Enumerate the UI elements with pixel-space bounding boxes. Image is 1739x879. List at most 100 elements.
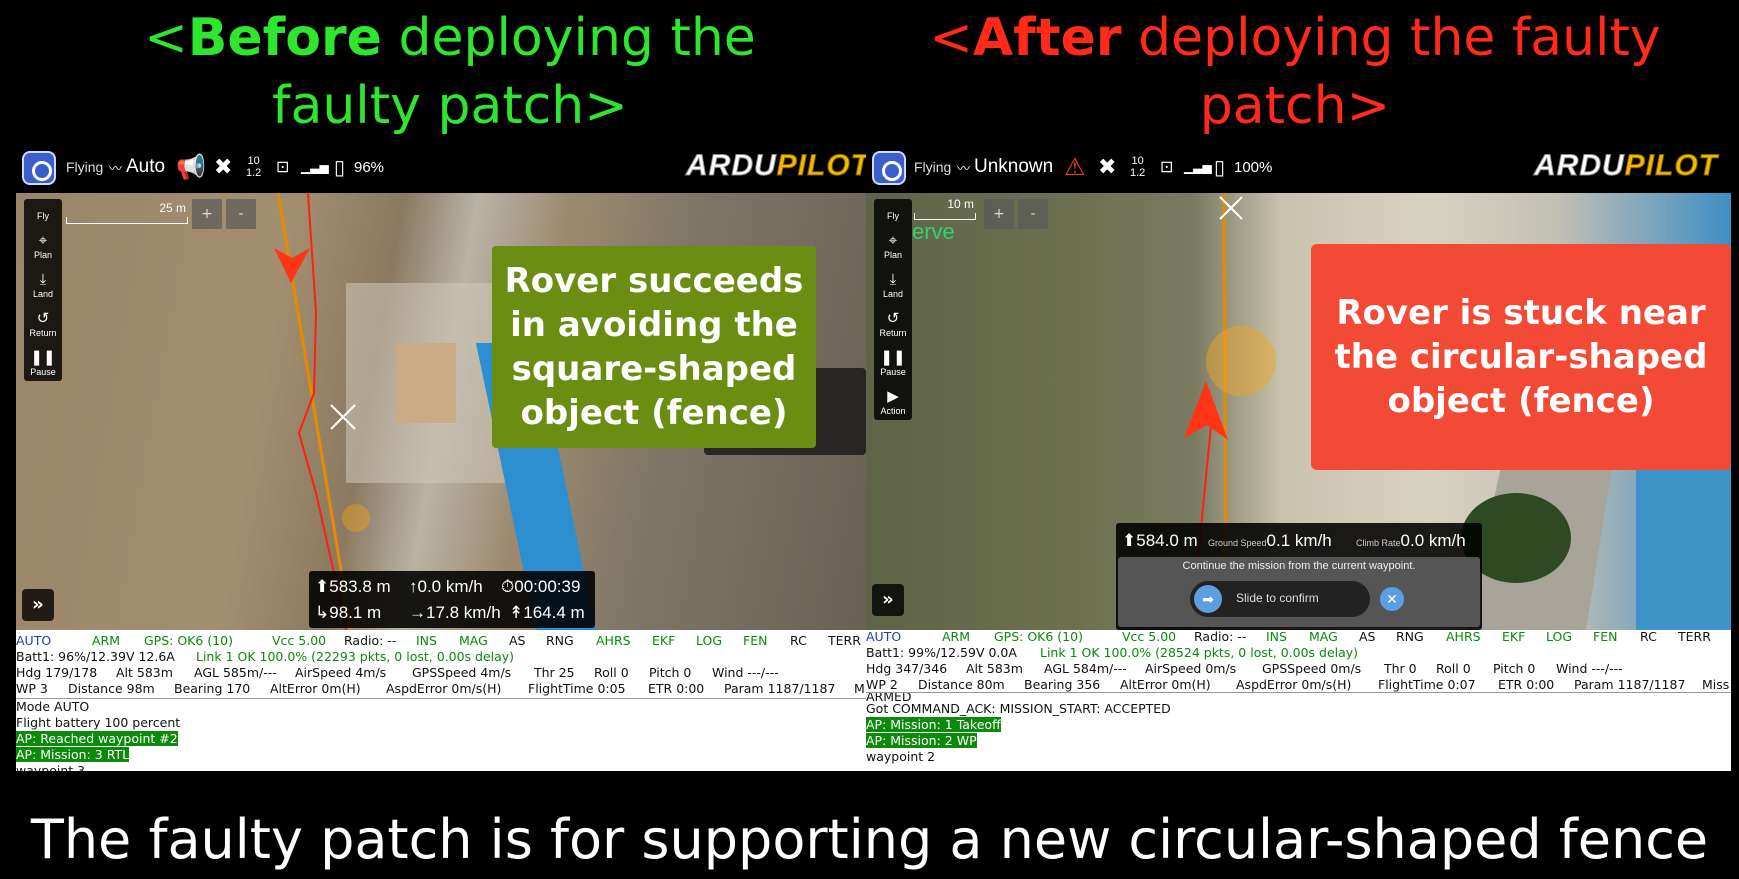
stat-agl: AGL 584m/---	[1044, 661, 1127, 676]
qgc-logo-icon[interactable]	[872, 151, 906, 185]
toolbar: Flying 〰 Auto 📢 ✖ 10 1.2 ⊡ ▁▃▅ ▯ 96% ARD…	[16, 141, 866, 193]
tool-plan[interactable]: ⌖ Plan	[874, 221, 912, 260]
zoom-in-button[interactable]: +	[984, 199, 1014, 229]
callout-before: Rover succeeds in avoiding the square-sh…	[492, 246, 816, 448]
gps-info: 10 1.2	[1130, 141, 1145, 193]
stat-airspeed: AirSpeed 0m/s	[1145, 661, 1237, 676]
stat-truncated: M	[854, 681, 865, 696]
zoom-in-button[interactable]: +	[192, 199, 222, 229]
message-log[interactable]: Mode AUTO Flight battery 100 percent AP:…	[16, 698, 866, 771]
map-scale-label: 25 m	[159, 201, 186, 215]
satellite-icon[interactable]: ✖	[214, 141, 232, 193]
battery-icon[interactable]: ▯	[334, 141, 345, 193]
tool-pause[interactable]: ❚❚ Pause	[874, 338, 912, 377]
tele-hspeed: →17.8 km/h	[409, 603, 501, 622]
battery-icon[interactable]: ▯	[1214, 141, 1225, 193]
headline-after-line2: patch>	[1199, 76, 1391, 136]
flight-mode[interactable]: Auto	[126, 141, 165, 193]
qgc-logo-icon[interactable]	[22, 151, 56, 185]
toolbar: Flying 〰 Unknown ⚠ ✖ 10 1.2 ⊡ ▁▃▅ ▯ 100%…	[866, 141, 1731, 193]
tool-return[interactable]: ↺ Return	[874, 299, 912, 338]
return-icon: ↺	[886, 310, 900, 327]
message-log[interactable]: ARMED Got COMMAND_ACK: MISSION_START: AC…	[866, 692, 1731, 765]
map-view[interactable]: Fly ⌖ Plan ⤓ Land ↺ Return ❚❚ Pause ▶ Action …	[866, 193, 1731, 630]
panel-before: Flying 〰 Auto 📢 ✖ 10 1.2 ⊡ ▁▃▅ ▯ 96% ARD…	[16, 141, 866, 771]
flag-auto: AUTO	[866, 629, 902, 644]
tool-land[interactable]: ⤓ Land	[874, 260, 912, 299]
tele-climbrate-value: 0.0 km/h	[1400, 531, 1466, 550]
megaphone-icon[interactable]: 📢	[176, 141, 206, 193]
play-icon: ▶	[887, 388, 899, 405]
stat-hdg: Hdg 179/178	[16, 665, 98, 680]
rover-arrow-icon	[274, 248, 310, 283]
ardupilot-logo: ARDUPILOT	[1534, 149, 1718, 183]
map-scale: 25 m	[66, 201, 188, 224]
flag-arm: ARM	[92, 633, 121, 648]
headline-before-line2: faulty patch>	[272, 76, 628, 136]
stat-wind: Wind ---/---	[712, 665, 779, 680]
map-view[interactable]: Fly ⌖ Plan ⤓ Land ↺ Return ❚❚ Pause 25 m + -…	[16, 193, 866, 630]
stat-param: Param 1187/1187	[1574, 677, 1686, 692]
headline-after-bold: After	[972, 8, 1122, 68]
status-row-battery: Batt1: 96%/12.39V 12.6A Link 1 OK 100.0%…	[16, 649, 866, 665]
tool-pause[interactable]: ❚❚ Pause	[24, 338, 62, 377]
headline-before-open: <	[144, 8, 188, 68]
telemetry-panel: ⬆583.8 m ↑0.0 km/h ⏱00:00:39 ↳98.1 m →17…	[309, 571, 595, 628]
warning-icon[interactable]: ⚠	[1064, 141, 1086, 193]
signal-bars-icon: ▁▃▅	[1184, 160, 1212, 174]
slider-arrow-icon[interactable]: ➡	[1194, 585, 1222, 613]
pause-icon: ❚❚	[30, 349, 56, 366]
flag-ahrs: AHRS	[596, 633, 631, 648]
signal-bars-icon: ▁▃▅	[301, 160, 329, 174]
gps-hdop: 1.2	[246, 167, 262, 179]
plan-icon: ⌖	[38, 232, 48, 249]
confirm-slider[interactable]: ➡ Slide to confirm	[1190, 581, 1370, 617]
tool-return[interactable]: ↺ Return	[24, 299, 62, 338]
status-panel: AUTO ARM GPS: OK6 (10) Vcc 5.00 Radio: -…	[866, 629, 1731, 771]
zoom-out-button[interactable]: -	[1018, 199, 1048, 229]
expand-button[interactable]: »	[22, 589, 54, 621]
log-line: ARMED	[866, 693, 912, 701]
tool-fly[interactable]: Fly	[874, 203, 912, 221]
stat-param: Param 1187/1187	[724, 681, 836, 696]
satellite-icon[interactable]: ✖	[1098, 141, 1116, 193]
tool-fly-label: Fly	[37, 211, 49, 221]
tele-altitude-value: 584.0 m	[1136, 531, 1198, 550]
tool-fly[interactable]: Fly	[24, 203, 62, 221]
flag-radio: Radio: --	[344, 633, 397, 648]
tool-land[interactable]: ⤓ Land	[24, 260, 62, 299]
stat-roll: Roll 0	[1436, 661, 1471, 676]
status-flags: AUTO ARM GPS: OK6 (10) Vcc 5.00 Radio: -…	[866, 629, 1731, 645]
flag-fen: FEN	[743, 633, 768, 648]
expand-button[interactable]: »	[872, 584, 904, 616]
tool-plan[interactable]: ⌖ Plan	[24, 221, 62, 260]
battery-level: 100%	[1234, 158, 1273, 176]
stat-agl: AGL 585m/---	[194, 665, 277, 680]
flag-ahrs: AHRS	[1446, 629, 1481, 644]
rc-transmitter-icon[interactable]: ⊡	[276, 141, 289, 193]
tool-strip: Fly ⌖ Plan ⤓ Land ↺ Return ❚❚ Pause	[24, 199, 62, 381]
flight-state[interactable]: Flying	[66, 141, 103, 193]
flag-rng: RNG	[546, 633, 574, 648]
log-line: Flight battery 100 percent	[16, 715, 181, 730]
rc-transmitter-icon[interactable]: ⊡	[1160, 141, 1173, 193]
tool-fly-label: Fly	[887, 211, 899, 221]
tool-land-label: Land	[882, 289, 904, 299]
flag-vcc: Vcc 5.00	[272, 633, 327, 648]
flight-state[interactable]: Flying	[914, 141, 951, 193]
stat-aspderror: AspdError 0m/s(H)	[386, 681, 502, 696]
tool-return-label: Return	[879, 328, 907, 338]
stat-thr: Thr 25	[534, 665, 575, 680]
stat-distance: Distance 80m	[918, 677, 1005, 692]
tele-vspeed: ↑0.0 km/h	[409, 577, 483, 596]
log-line: waypoint 3	[16, 763, 86, 771]
log-line: Mode AUTO	[16, 699, 90, 714]
zoom-out-button[interactable]: -	[226, 199, 256, 229]
flag-ins: INS	[416, 633, 437, 648]
stat-flighttime: FlightTime 0:05	[528, 681, 626, 696]
cancel-close-icon[interactable]: ✕	[1380, 587, 1404, 611]
flight-mode[interactable]: Unknown	[974, 141, 1053, 193]
stat-wp: WP 2	[866, 677, 898, 692]
tool-action[interactable]: ▶ Action	[874, 377, 912, 416]
stat-hdg: Hdg 347/346	[866, 661, 948, 676]
